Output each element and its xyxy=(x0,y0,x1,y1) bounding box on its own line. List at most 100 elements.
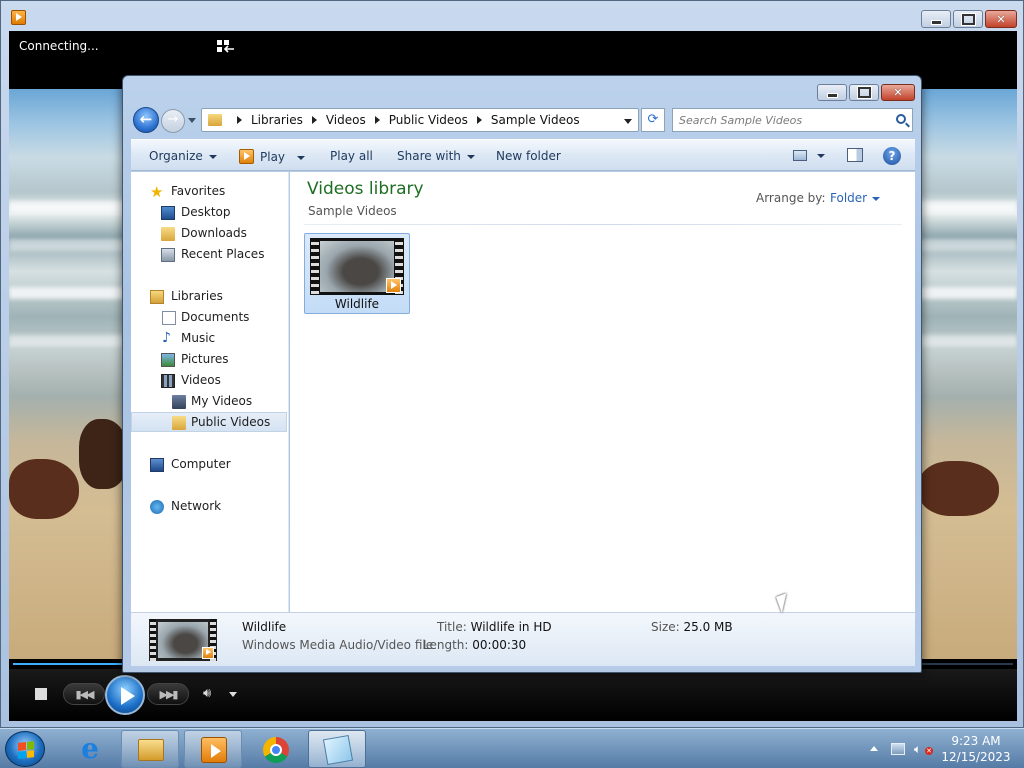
share-with-button[interactable]: Share with xyxy=(397,149,475,163)
chevron-down-icon xyxy=(872,196,881,201)
system-clock[interactable]: 9:23 AM 12/15/2023 xyxy=(938,733,1014,765)
network-icon xyxy=(150,500,164,514)
nav-item-public-videos[interactable]: Public Videos xyxy=(131,412,287,432)
nav-item-libraries[interactable]: Libraries xyxy=(131,287,287,307)
explorer-caption-buttons: ✕ xyxy=(817,84,915,101)
search-icon[interactable] xyxy=(896,114,906,124)
arrange-by-dropdown[interactable]: Folder xyxy=(830,191,881,205)
breadcrumb: Libraries Videos Public Videos Sample Vi… xyxy=(228,113,580,127)
clock-time: 9:23 AM xyxy=(951,734,1001,748)
play-button[interactable]: Play xyxy=(239,149,306,164)
breadcrumb-public-videos[interactable]: Public Videos xyxy=(389,113,468,127)
minimize-button[interactable] xyxy=(921,10,951,28)
file-item-wildlife[interactable]: Wildlife xyxy=(304,233,410,314)
taskbar-windows-media-player[interactable] xyxy=(184,730,242,768)
taskbar-windows-explorer[interactable] xyxy=(121,730,179,768)
taskbar-internet-explorer[interactable]: e xyxy=(60,730,118,768)
details-size-label: Size: xyxy=(651,620,680,634)
new-folder-button[interactable]: New folder xyxy=(496,149,561,163)
nav-item-favorites[interactable]: ★ Favorites xyxy=(131,182,287,202)
play-all-button[interactable]: Play all xyxy=(330,149,373,163)
nav-item-music[interactable]: ♪ Music xyxy=(131,329,287,349)
show-hidden-icons-icon[interactable] xyxy=(870,746,878,751)
nav-item-downloads[interactable]: Downloads xyxy=(131,224,287,244)
explorer-maximize-button[interactable] xyxy=(849,84,879,101)
start-button[interactable] xyxy=(5,731,45,767)
windows-media-player-icon xyxy=(201,737,227,763)
maximize-button[interactable] xyxy=(953,10,983,28)
details-file-type: Windows Media Audio/Video file xyxy=(242,638,434,652)
volume-icon[interactable]: 🔊︎ xyxy=(203,686,219,702)
search-input[interactable] xyxy=(679,112,879,128)
details-size-value: 25.0 MB xyxy=(683,620,733,634)
forward-button[interactable] xyxy=(161,109,185,133)
chevron-down-icon[interactable] xyxy=(297,155,306,160)
breadcrumb-sample-videos[interactable]: Sample Videos xyxy=(491,113,580,127)
breadcrumb-libraries[interactable]: Libraries xyxy=(251,113,303,127)
change-view-icon[interactable] xyxy=(793,150,807,161)
pictures-icon xyxy=(161,353,175,367)
my-videos-folder-icon xyxy=(172,395,186,409)
back-button[interactable] xyxy=(133,107,159,133)
taskbar-notepad[interactable] xyxy=(308,730,366,768)
switch-to-library-icon[interactable] xyxy=(217,40,235,54)
computer-icon xyxy=(150,458,164,472)
breadcrumb-separator-icon[interactable] xyxy=(476,116,482,124)
film-strip-icon xyxy=(150,619,156,661)
details-title-row: Title: Wildlife in HD xyxy=(437,620,552,634)
nav-item-videos[interactable]: Videos xyxy=(131,371,287,391)
file-list-pane[interactable]: Videos library Sample Videos Arrange by:… xyxy=(290,172,915,612)
preview-pane-icon[interactable] xyxy=(847,148,863,162)
breadcrumb-separator-icon[interactable] xyxy=(237,116,242,124)
media-player-badge-icon xyxy=(386,278,401,293)
taskbar-chrome[interactable] xyxy=(246,730,304,768)
internet-explorer-icon: e xyxy=(81,732,99,765)
desktop-icon xyxy=(161,206,175,220)
nav-item-recent-places[interactable]: Recent Places xyxy=(131,245,287,265)
folder-icon xyxy=(208,114,222,126)
windows-logo-icon xyxy=(18,741,34,759)
details-title-value[interactable]: Wildlife in HD xyxy=(471,620,552,634)
chrome-icon xyxy=(263,737,289,763)
next-icon[interactable]: ▶▶▮ xyxy=(147,683,189,705)
public-videos-folder-icon xyxy=(172,416,186,430)
library-title: Videos library xyxy=(307,179,424,199)
details-length-value: 00:00:30 xyxy=(472,638,527,652)
horse-right xyxy=(919,461,999,516)
view-options-dropdown-icon[interactable] xyxy=(817,154,825,158)
organize-button[interactable]: Organize xyxy=(149,149,217,163)
recent-pages-dropdown-icon[interactable] xyxy=(188,118,196,123)
film-strip-icon xyxy=(311,238,319,295)
nav-item-my-videos[interactable]: My Videos xyxy=(131,392,287,412)
previous-icon[interactable]: ▮◀◀ xyxy=(63,683,105,705)
play-icon xyxy=(239,149,254,164)
network-status-icon[interactable] xyxy=(891,743,905,755)
chevron-down-icon xyxy=(208,154,217,159)
address-bar[interactable]: Libraries Videos Public Videos Sample Vi… xyxy=(201,108,639,132)
nav-item-pictures[interactable]: Pictures xyxy=(131,350,287,370)
explorer-close-button[interactable]: ✕ xyxy=(881,84,915,101)
details-size-row: Size: 25.0 MB xyxy=(651,620,733,634)
windows-explorer-icon xyxy=(138,739,164,761)
details-pane: Wildlife Windows Media Audio/Video file … xyxy=(131,612,915,666)
notepad-icon xyxy=(322,734,354,766)
breadcrumb-separator-icon[interactable] xyxy=(311,116,317,124)
address-history-dropdown-icon[interactable] xyxy=(624,119,632,124)
command-bar: Organize Play Play all Share with New fo… xyxy=(131,139,915,171)
refresh-icon[interactable]: ⟳ xyxy=(641,108,665,132)
wmp-app-icon xyxy=(11,10,26,25)
breadcrumb-separator-icon[interactable] xyxy=(374,116,380,124)
volume-dropdown-icon[interactable] xyxy=(229,692,237,697)
nav-item-computer[interactable]: Computer xyxy=(131,455,287,475)
navigation-pane: ★ Favorites Desktop Downloads Recent Pla… xyxy=(131,172,289,612)
nav-item-documents[interactable]: Documents xyxy=(131,308,287,328)
close-button[interactable]: ✕ xyxy=(985,10,1017,28)
play-icon[interactable] xyxy=(105,675,145,715)
stop-icon[interactable] xyxy=(35,688,47,700)
nav-item-network[interactable]: Network xyxy=(131,497,287,517)
search-box[interactable] xyxy=(672,108,913,132)
explorer-minimize-button[interactable] xyxy=(817,84,847,101)
nav-item-desktop[interactable]: Desktop xyxy=(131,203,287,223)
help-icon[interactable]: ? xyxy=(883,147,901,165)
breadcrumb-videos[interactable]: Videos xyxy=(326,113,366,127)
